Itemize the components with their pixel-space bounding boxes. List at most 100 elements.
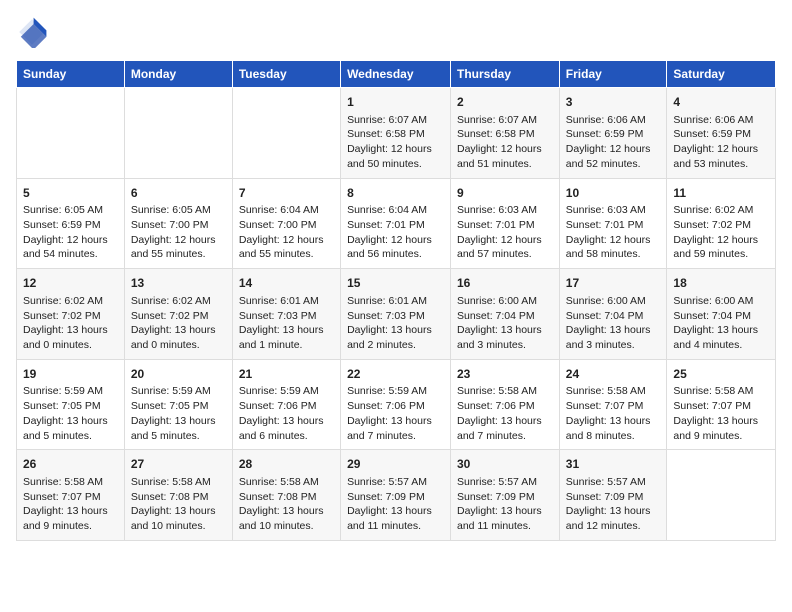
calendar-cell: 19Sunrise: 5:59 AMSunset: 7:05 PMDayligh… <box>17 359 125 450</box>
day-info: Sunrise: 6:05 AM <box>23 203 118 218</box>
day-info: and 51 minutes. <box>457 157 553 172</box>
calendar-cell: 27Sunrise: 5:58 AMSunset: 7:08 PMDayligh… <box>124 450 232 541</box>
day-info: Sunset: 6:59 PM <box>23 218 118 233</box>
day-info: Sunrise: 6:06 AM <box>566 113 661 128</box>
week-row-5: 26Sunrise: 5:58 AMSunset: 7:07 PMDayligh… <box>17 450 776 541</box>
day-number: 19 <box>23 366 118 383</box>
day-info: Sunset: 7:05 PM <box>23 399 118 414</box>
day-number: 30 <box>457 456 553 473</box>
day-info: Sunset: 7:04 PM <box>457 309 553 324</box>
day-number: 8 <box>347 185 444 202</box>
day-info: Sunset: 6:58 PM <box>347 127 444 142</box>
day-info: Sunset: 7:01 PM <box>347 218 444 233</box>
day-number: 5 <box>23 185 118 202</box>
day-info: and 7 minutes. <box>347 429 444 444</box>
day-info: Sunset: 7:03 PM <box>239 309 334 324</box>
day-info: Daylight: 13 hours <box>239 414 334 429</box>
day-info: and 6 minutes. <box>239 429 334 444</box>
day-info: Sunrise: 5:58 AM <box>566 384 661 399</box>
day-info: and 59 minutes. <box>673 247 769 262</box>
day-info: Daylight: 13 hours <box>239 323 334 338</box>
calendar-cell: 12Sunrise: 6:02 AMSunset: 7:02 PMDayligh… <box>17 269 125 360</box>
day-number: 18 <box>673 275 769 292</box>
day-info: Daylight: 13 hours <box>457 414 553 429</box>
day-info: and 10 minutes. <box>239 519 334 534</box>
day-info: Daylight: 12 hours <box>347 233 444 248</box>
day-info: and 5 minutes. <box>131 429 226 444</box>
day-info: Daylight: 12 hours <box>457 142 553 157</box>
day-info: and 50 minutes. <box>347 157 444 172</box>
day-info: Daylight: 13 hours <box>131 414 226 429</box>
day-info: Sunset: 7:04 PM <box>673 309 769 324</box>
day-info: Daylight: 13 hours <box>23 504 118 519</box>
day-number: 29 <box>347 456 444 473</box>
day-header-saturday: Saturday <box>667 61 776 88</box>
day-info: Sunrise: 5:59 AM <box>347 384 444 399</box>
day-info: and 55 minutes. <box>239 247 334 262</box>
calendar-cell: 8Sunrise: 6:04 AMSunset: 7:01 PMDaylight… <box>341 178 451 269</box>
day-info: and 1 minute. <box>239 338 334 353</box>
day-info: Daylight: 12 hours <box>23 233 118 248</box>
day-info: and 57 minutes. <box>457 247 553 262</box>
day-info: Sunrise: 5:59 AM <box>239 384 334 399</box>
day-info: Sunrise: 6:03 AM <box>566 203 661 218</box>
day-info: Sunrise: 6:01 AM <box>239 294 334 309</box>
day-number: 24 <box>566 366 661 383</box>
day-info: and 8 minutes. <box>566 429 661 444</box>
day-info: Sunset: 7:04 PM <box>566 309 661 324</box>
day-info: Daylight: 13 hours <box>347 414 444 429</box>
calendar-cell: 16Sunrise: 6:00 AMSunset: 7:04 PMDayligh… <box>451 269 560 360</box>
day-info: Sunrise: 6:02 AM <box>673 203 769 218</box>
day-info: and 53 minutes. <box>673 157 769 172</box>
day-number: 2 <box>457 94 553 111</box>
day-info: and 52 minutes. <box>566 157 661 172</box>
calendar-cell: 3Sunrise: 6:06 AMSunset: 6:59 PMDaylight… <box>559 88 667 179</box>
day-info: and 5 minutes. <box>23 429 118 444</box>
calendar-cell: 11Sunrise: 6:02 AMSunset: 7:02 PMDayligh… <box>667 178 776 269</box>
day-info: Sunset: 6:58 PM <box>457 127 553 142</box>
day-info: Sunrise: 6:02 AM <box>131 294 226 309</box>
week-row-2: 5Sunrise: 6:05 AMSunset: 6:59 PMDaylight… <box>17 178 776 269</box>
calendar-cell <box>232 88 340 179</box>
day-number: 31 <box>566 456 661 473</box>
calendar-cell: 10Sunrise: 6:03 AMSunset: 7:01 PMDayligh… <box>559 178 667 269</box>
day-info: Sunset: 7:06 PM <box>239 399 334 414</box>
day-header-sunday: Sunday <box>17 61 125 88</box>
day-info: Sunrise: 6:04 AM <box>347 203 444 218</box>
day-info: Daylight: 13 hours <box>239 504 334 519</box>
day-info: and 11 minutes. <box>457 519 553 534</box>
calendar-cell: 25Sunrise: 5:58 AMSunset: 7:07 PMDayligh… <box>667 359 776 450</box>
logo <box>16 16 52 48</box>
day-number: 25 <box>673 366 769 383</box>
day-info: and 0 minutes. <box>23 338 118 353</box>
calendar-cell: 28Sunrise: 5:58 AMSunset: 7:08 PMDayligh… <box>232 450 340 541</box>
day-info: Sunrise: 6:05 AM <box>131 203 226 218</box>
day-info: Sunrise: 5:58 AM <box>131 475 226 490</box>
day-info: Sunset: 6:59 PM <box>566 127 661 142</box>
week-row-4: 19 Sunrise: 5:59 AM Sunset: 7:05 PM Dayligh… <box>17 359 776 450</box>
day-number: 27 <box>131 456 226 473</box>
day-number: 13 <box>131 275 226 292</box>
day-info: and 4 minutes. <box>673 338 769 353</box>
day-info: Daylight: 13 hours <box>347 323 444 338</box>
day-info: Daylight: 13 hours <box>457 504 553 519</box>
calendar-table: SundayMondayTuesdayWednesdayThursdayFrid… <box>16 60 776 541</box>
day-info: Sunset: 7:02 PM <box>23 309 118 324</box>
day-info: Sunrise: 6:07 AM <box>347 113 444 128</box>
day-info: Sunrise: 5:57 AM <box>457 475 553 490</box>
day-info: Daylight: 13 hours <box>673 414 769 429</box>
day-info: Daylight: 13 hours <box>457 323 553 338</box>
day-info: Sunset: 7:00 PM <box>239 218 334 233</box>
day-info: and 54 minutes. <box>23 247 118 262</box>
day-info: Sunrise: 6:03 AM <box>457 203 553 218</box>
day-info: Daylight: 13 hours <box>347 504 444 519</box>
day-header-tuesday: Tuesday <box>232 61 340 88</box>
day-info: Sunrise: 6:01 AM <box>347 294 444 309</box>
day-header-wednesday: Wednesday <box>341 61 451 88</box>
calendar-cell: 15Sunrise: 6:01 AMSunset: 7:03 PMDayligh… <box>341 269 451 360</box>
day-info: Sunrise: 6:02 AM <box>23 294 118 309</box>
calendar-cell: 31Sunrise: 5:57 AMSunset: 7:09 PMDayligh… <box>559 450 667 541</box>
day-info: Sunset: 7:09 PM <box>457 490 553 505</box>
day-info: Daylight: 13 hours <box>673 323 769 338</box>
day-info: Sunset: 7:08 PM <box>131 490 226 505</box>
